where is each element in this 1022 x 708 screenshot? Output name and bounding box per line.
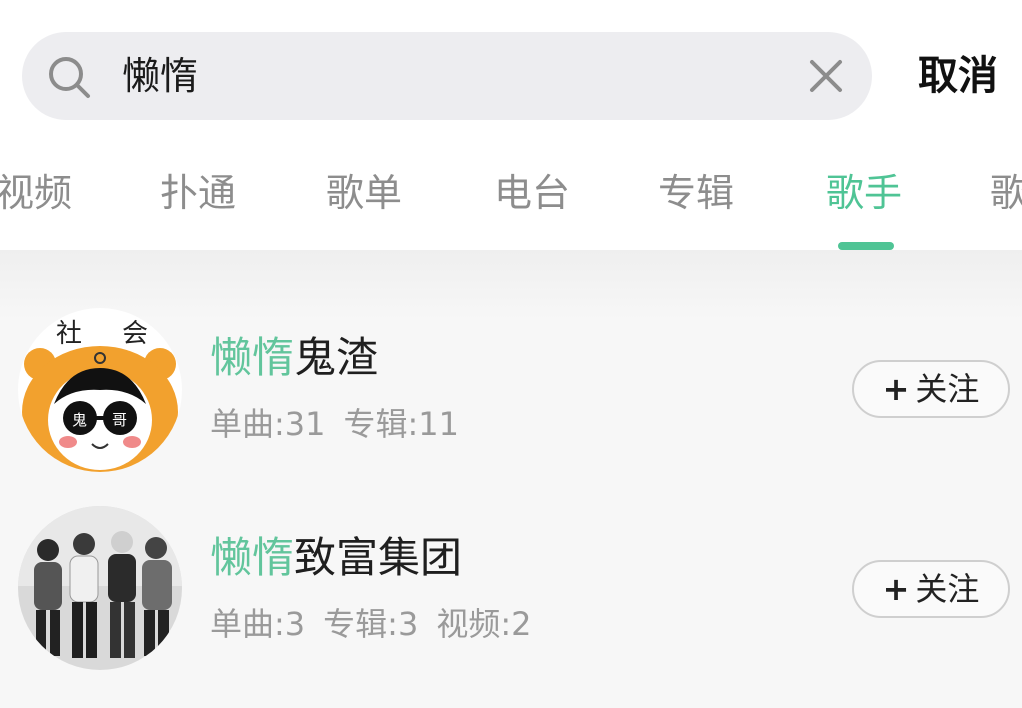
- name-highlight: 懒惰: [210, 533, 295, 582]
- follow-button[interactable]: + 关注: [852, 360, 1010, 418]
- search-icon: [49, 57, 90, 98]
- stat-songs: 单曲:31: [210, 405, 326, 443]
- artist-row[interactable]: 懒惰致富集团 单曲:3 专辑:3 视频:2 + 关注: [0, 500, 1022, 680]
- tab-playlist[interactable]: 歌单: [326, 160, 402, 226]
- tab-radio[interactable]: 电台: [494, 160, 570, 226]
- plus-icon: +: [882, 570, 910, 608]
- follow-label: 关注: [915, 370, 980, 408]
- avatar-text-4: 哥: [112, 411, 127, 429]
- tab-video[interactable]: 视频: [0, 160, 72, 226]
- stat-albums: 专辑:3: [323, 605, 419, 643]
- avatar-text-1: 社: [56, 319, 82, 349]
- cartoon-avatar-image: 社 会 鬼 哥: [18, 308, 182, 472]
- tab-album[interactable]: 专辑: [658, 160, 734, 226]
- search-query[interactable]: 懒惰: [122, 52, 198, 100]
- artist-stats: 单曲:31 专辑:11: [210, 404, 477, 444]
- name-highlight: 懒惰: [210, 333, 295, 382]
- avatar-text-3: 鬼: [72, 411, 87, 429]
- tab-putong[interactable]: 扑通: [160, 160, 236, 226]
- avatar-text-2: 会: [122, 319, 148, 349]
- stat-albums: 专辑:11: [343, 405, 460, 443]
- name-rest: 鬼渣: [294, 333, 379, 382]
- name-rest: 致富集团: [294, 533, 463, 582]
- group-photo-avatar-image: [18, 506, 182, 670]
- follow-button[interactable]: + 关注: [852, 560, 1010, 618]
- tab-bar: 视频 扑通 歌单 电台 专辑 歌手 歌: [0, 160, 1022, 230]
- tab-artist[interactable]: 歌手: [826, 160, 902, 226]
- artist-avatar: [18, 506, 182, 670]
- artist-name: 懒惰致富集团: [210, 530, 462, 586]
- plus-icon: +: [882, 370, 910, 408]
- clear-icon[interactable]: [808, 58, 844, 94]
- artist-avatar: 社 会 鬼 哥: [18, 308, 182, 472]
- tab-song[interactable]: 歌: [990, 160, 1022, 226]
- active-tab-indicator: [838, 242, 894, 250]
- artist-row[interactable]: 社 会 鬼 哥 懒惰鬼渣 单曲:31 专辑:11 + 关注: [0, 300, 1022, 480]
- stat-songs: 单曲:3: [210, 605, 306, 643]
- artist-stats: 单曲:3 专辑:3 视频:2: [210, 604, 549, 644]
- stat-videos: 视频:2: [436, 605, 532, 643]
- cancel-button[interactable]: 取消: [918, 50, 998, 102]
- artist-name: 懒惰鬼渣: [210, 330, 378, 386]
- follow-label: 关注: [915, 570, 980, 608]
